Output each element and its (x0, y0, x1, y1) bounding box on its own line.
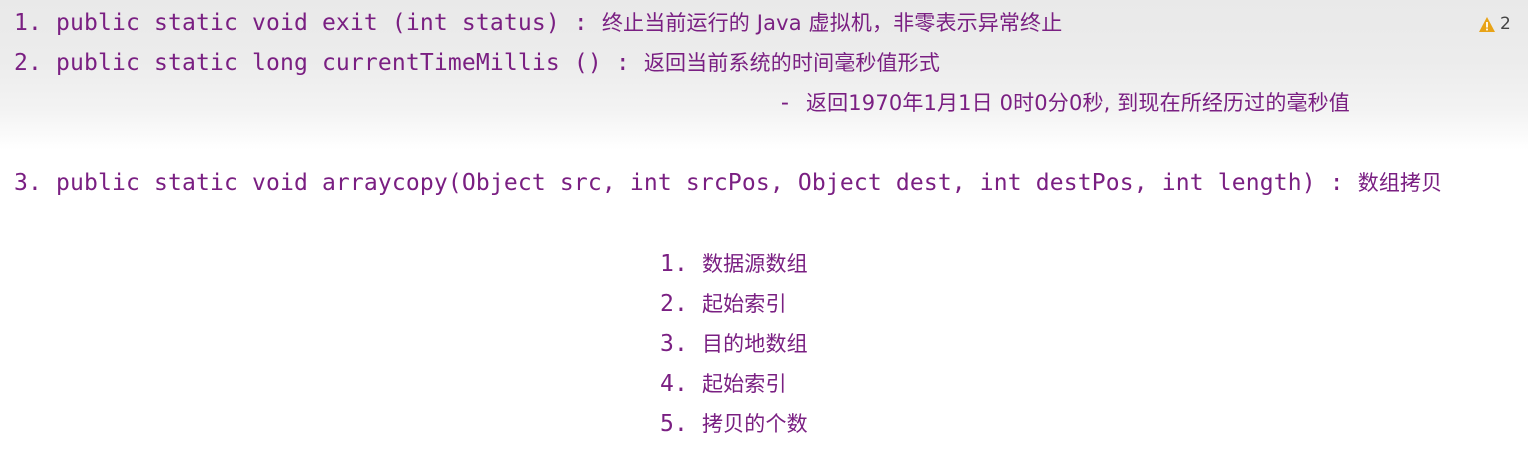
code-line-7[interactable]: 3. 目的地数组 (660, 329, 808, 359)
list-text: 拷贝的个数 (702, 412, 808, 436)
list-number: 3. (660, 331, 702, 357)
list-text: 目的地数组 (702, 332, 808, 356)
warning-triangle-icon (1479, 16, 1495, 32)
list-number: 1. (660, 251, 702, 277)
list-text: 数据源数组 (702, 252, 808, 276)
comment-text: 终止当前运行的 Java 虚拟机，非零表示异常终止 (601, 11, 1063, 35)
code-line-1[interactable]: 1. public static void exit (int status) … (14, 8, 1062, 38)
list-text: 起始索引 (702, 292, 787, 316)
inspection-widget[interactable]: 2 (1478, 12, 1511, 36)
list-text: 起始索引 (702, 372, 787, 396)
code-line-9[interactable]: 5. 拷贝的个数 (660, 409, 808, 439)
comment-text: 返回当前系统的时间毫秒值形式 (643, 51, 940, 75)
code-line-8[interactable]: 4. 起始索引 (660, 369, 787, 399)
editor-area[interactable]: 1. public static void exit (int status) … (0, 0, 1528, 454)
code-line-6[interactable]: 2. 起始索引 (660, 289, 787, 319)
comment-text: 返回1970年1月1日 0时0分0秒, 到现在所经历过的毫秒值 (806, 91, 1350, 115)
comment-text: 数组拷贝 (1357, 171, 1443, 195)
code-line-5[interactable]: 1. 数据源数组 (660, 249, 808, 279)
code-text: 2. public static long currentTimeMillis … (14, 50, 644, 76)
code-text: 1. public static void exit (int status) … (14, 10, 602, 36)
code-text: 3. public static void arraycopy(Object s… (14, 170, 1358, 196)
code-line-3[interactable]: - 返回1970年1月1日 0时0分0秒, 到现在所经历过的毫秒值 (778, 88, 1350, 118)
code-text: - (778, 90, 806, 116)
list-number: 5. (660, 411, 702, 437)
code-line-2[interactable]: 2. public static long currentTimeMillis … (14, 48, 940, 78)
warning-count: 2 (1500, 14, 1511, 34)
code-line-4[interactable]: 3. public static void arraycopy(Object s… (14, 168, 1442, 198)
list-number: 2. (660, 291, 702, 317)
list-number: 4. (660, 371, 702, 397)
